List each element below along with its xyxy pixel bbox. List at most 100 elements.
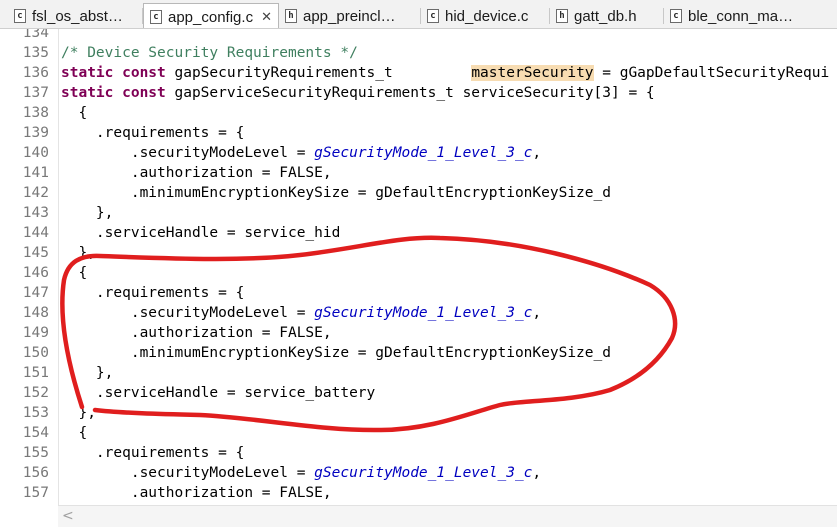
code-token: , bbox=[532, 465, 542, 481]
code-text: .securityModeLevel = gSecurityMode_1_Lev… bbox=[61, 303, 541, 323]
code-line: 136 static const gapSecurityRequirements_… bbox=[0, 63, 837, 83]
line-number: 141 bbox=[22, 165, 49, 181]
editor-tab-bar: c fsl_os_abst… c app_config.c ✕ h app_pr… bbox=[0, 0, 837, 29]
code-text: }, bbox=[61, 403, 96, 423]
code-line: 135 /* Device Security Requirements */ bbox=[0, 43, 837, 63]
code-token: gapSecurityRequirements_t bbox=[165, 65, 472, 81]
code-line: 149 .authorization = FALSE, bbox=[0, 323, 837, 343]
code-line: 146 { bbox=[0, 263, 837, 283]
code-token: = gGapDefaultSecurityRequi bbox=[593, 65, 830, 81]
line-number: 148 bbox=[22, 305, 49, 321]
code-line: 155 .requirements = { bbox=[0, 443, 837, 463]
code-text: /* Device Security Requirements */ bbox=[61, 43, 358, 63]
code-line: 147 .requirements = { bbox=[0, 283, 837, 303]
code-text: static const gapSecurityRequirements_t m… bbox=[61, 63, 829, 83]
line-number: 155 bbox=[22, 445, 49, 461]
highlighted-token: masterSecurity bbox=[471, 65, 594, 81]
code-text: .authorization = FALSE, bbox=[61, 483, 332, 503]
tab-app-preincl[interactable]: h app_preincl… bbox=[279, 3, 421, 28]
line-number: 144 bbox=[22, 225, 49, 241]
tab-gatt-db[interactable]: h gatt_db.h bbox=[550, 3, 664, 28]
line-number: 140 bbox=[22, 145, 49, 161]
tab-hid-device[interactable]: c hid_device.c bbox=[421, 3, 550, 28]
code-token: { bbox=[61, 105, 88, 121]
tab-app-config[interactable]: c app_config.c ✕ bbox=[143, 3, 279, 28]
code-line: 141 .authorization = FALSE, bbox=[0, 163, 837, 183]
code-token: { bbox=[61, 425, 88, 441]
code-line: 153 }, bbox=[0, 403, 837, 423]
code-line: 150 .minimumEncryptionKeySize = gDefault… bbox=[0, 343, 837, 363]
code-line: 139 .requirements = { bbox=[0, 123, 837, 143]
line-number: 151 bbox=[22, 365, 49, 381]
code-line: 137 static const gapServiceSecurityRequir… bbox=[0, 83, 837, 103]
line-number: 135 bbox=[22, 45, 49, 61]
tab-label: app_config.c bbox=[168, 8, 254, 26]
h-file-icon: h bbox=[285, 9, 297, 23]
code-token: .minimumEncryptionKeySize = gDefaultEncr… bbox=[61, 185, 611, 201]
code-text: static const gapServiceSecurityRequireme… bbox=[61, 83, 655, 103]
code-token: .requirements = { bbox=[61, 125, 245, 141]
code-line: 138 { bbox=[0, 103, 837, 123]
tab-label: gatt_db.h bbox=[574, 7, 637, 25]
code-editor[interactable]: 134 135 /* Device Security Requirements */… bbox=[0, 29, 837, 505]
close-icon[interactable]: ✕ bbox=[261, 10, 272, 25]
code-token: .authorization = FALSE, bbox=[61, 325, 332, 341]
code-token: , bbox=[532, 305, 542, 321]
code-text: { bbox=[61, 263, 87, 283]
line-number: 142 bbox=[22, 185, 49, 201]
horizontal-scrollbar[interactable]: < bbox=[58, 505, 837, 527]
line-number: 157 bbox=[22, 485, 49, 501]
h-file-icon: h bbox=[556, 9, 568, 23]
code-text: .requirements = { bbox=[61, 283, 244, 303]
code-token: .serviceHandle = service_battery bbox=[61, 385, 376, 401]
tab-ble-conn-ma[interactable]: c ble_conn_ma… bbox=[664, 3, 837, 28]
code-line: 148 .securityModeLevel = gSecurityMode_1… bbox=[0, 303, 837, 323]
c-file-icon: c bbox=[150, 10, 162, 24]
code-token: .serviceHandle = service_hid bbox=[61, 225, 341, 241]
line-number: 145 bbox=[22, 245, 49, 261]
code-line: 145 }, bbox=[0, 243, 837, 263]
comment-token: /* Device Security Requirements */ bbox=[61, 45, 358, 61]
scroll-left-arrow-icon[interactable]: < bbox=[62, 508, 74, 524]
code-line: 156 .securityModeLevel = gSecurityMode_1… bbox=[0, 463, 837, 483]
code-text: .authorization = FALSE, bbox=[61, 323, 332, 343]
code-token: }, bbox=[61, 365, 114, 381]
c-file-icon: c bbox=[14, 9, 26, 23]
code-token: .authorization = FALSE, bbox=[61, 485, 332, 501]
code-token: .minimumEncryptionKeySize = gDefaultEncr… bbox=[61, 345, 611, 361]
code-text: }, bbox=[61, 363, 113, 383]
code-token: .securityModeLevel = bbox=[61, 305, 315, 321]
code-line: 157 .authorization = FALSE, bbox=[0, 483, 837, 503]
code-token: .requirements = { bbox=[61, 445, 245, 461]
code-token: .securityModeLevel = bbox=[61, 465, 315, 481]
tab-fsl-os-abst[interactable]: c fsl_os_abst… bbox=[8, 3, 143, 28]
code-text: .securityModeLevel = gSecurityMode_1_Lev… bbox=[61, 143, 541, 163]
code-text: .minimumEncryptionKeySize = gDefaultEncr… bbox=[61, 183, 611, 203]
tab-label: hid_device.c bbox=[445, 7, 529, 25]
line-number: 146 bbox=[22, 265, 49, 281]
code-token: }, bbox=[61, 205, 114, 221]
code-line: 134 bbox=[0, 29, 837, 43]
line-number: 138 bbox=[22, 105, 49, 121]
code-token: , bbox=[532, 145, 542, 161]
code-text: .authorization = FALSE, bbox=[61, 163, 332, 183]
code-text: .serviceHandle = service_battery bbox=[61, 383, 375, 403]
tab-label: fsl_os_abst… bbox=[32, 7, 123, 25]
code-token: .requirements = { bbox=[61, 285, 245, 301]
line-number: 136 bbox=[22, 65, 49, 81]
line-number: 149 bbox=[22, 325, 49, 341]
line-number: 147 bbox=[22, 285, 49, 301]
macro-token: gSecurityMode_1_Level_3_c bbox=[314, 465, 533, 481]
macro-token: gSecurityMode_1_Level_3_c bbox=[314, 305, 533, 321]
code-text: .minimumEncryptionKeySize = gDefaultEncr… bbox=[61, 343, 611, 363]
code-text: .requirements = { bbox=[61, 443, 244, 463]
code-text: { bbox=[61, 423, 87, 443]
line-number: 139 bbox=[22, 125, 49, 141]
line-number: 134 bbox=[22, 29, 49, 41]
line-number: 156 bbox=[22, 465, 49, 481]
code-line: 140 .securityModeLevel = gSecurityMode_1… bbox=[0, 143, 837, 163]
code-text: .securityModeLevel = gSecurityMode_1_Lev… bbox=[61, 463, 541, 483]
code-token: }, bbox=[61, 405, 96, 421]
tab-label: ble_conn_ma… bbox=[688, 7, 794, 25]
line-number: 154 bbox=[22, 425, 49, 441]
